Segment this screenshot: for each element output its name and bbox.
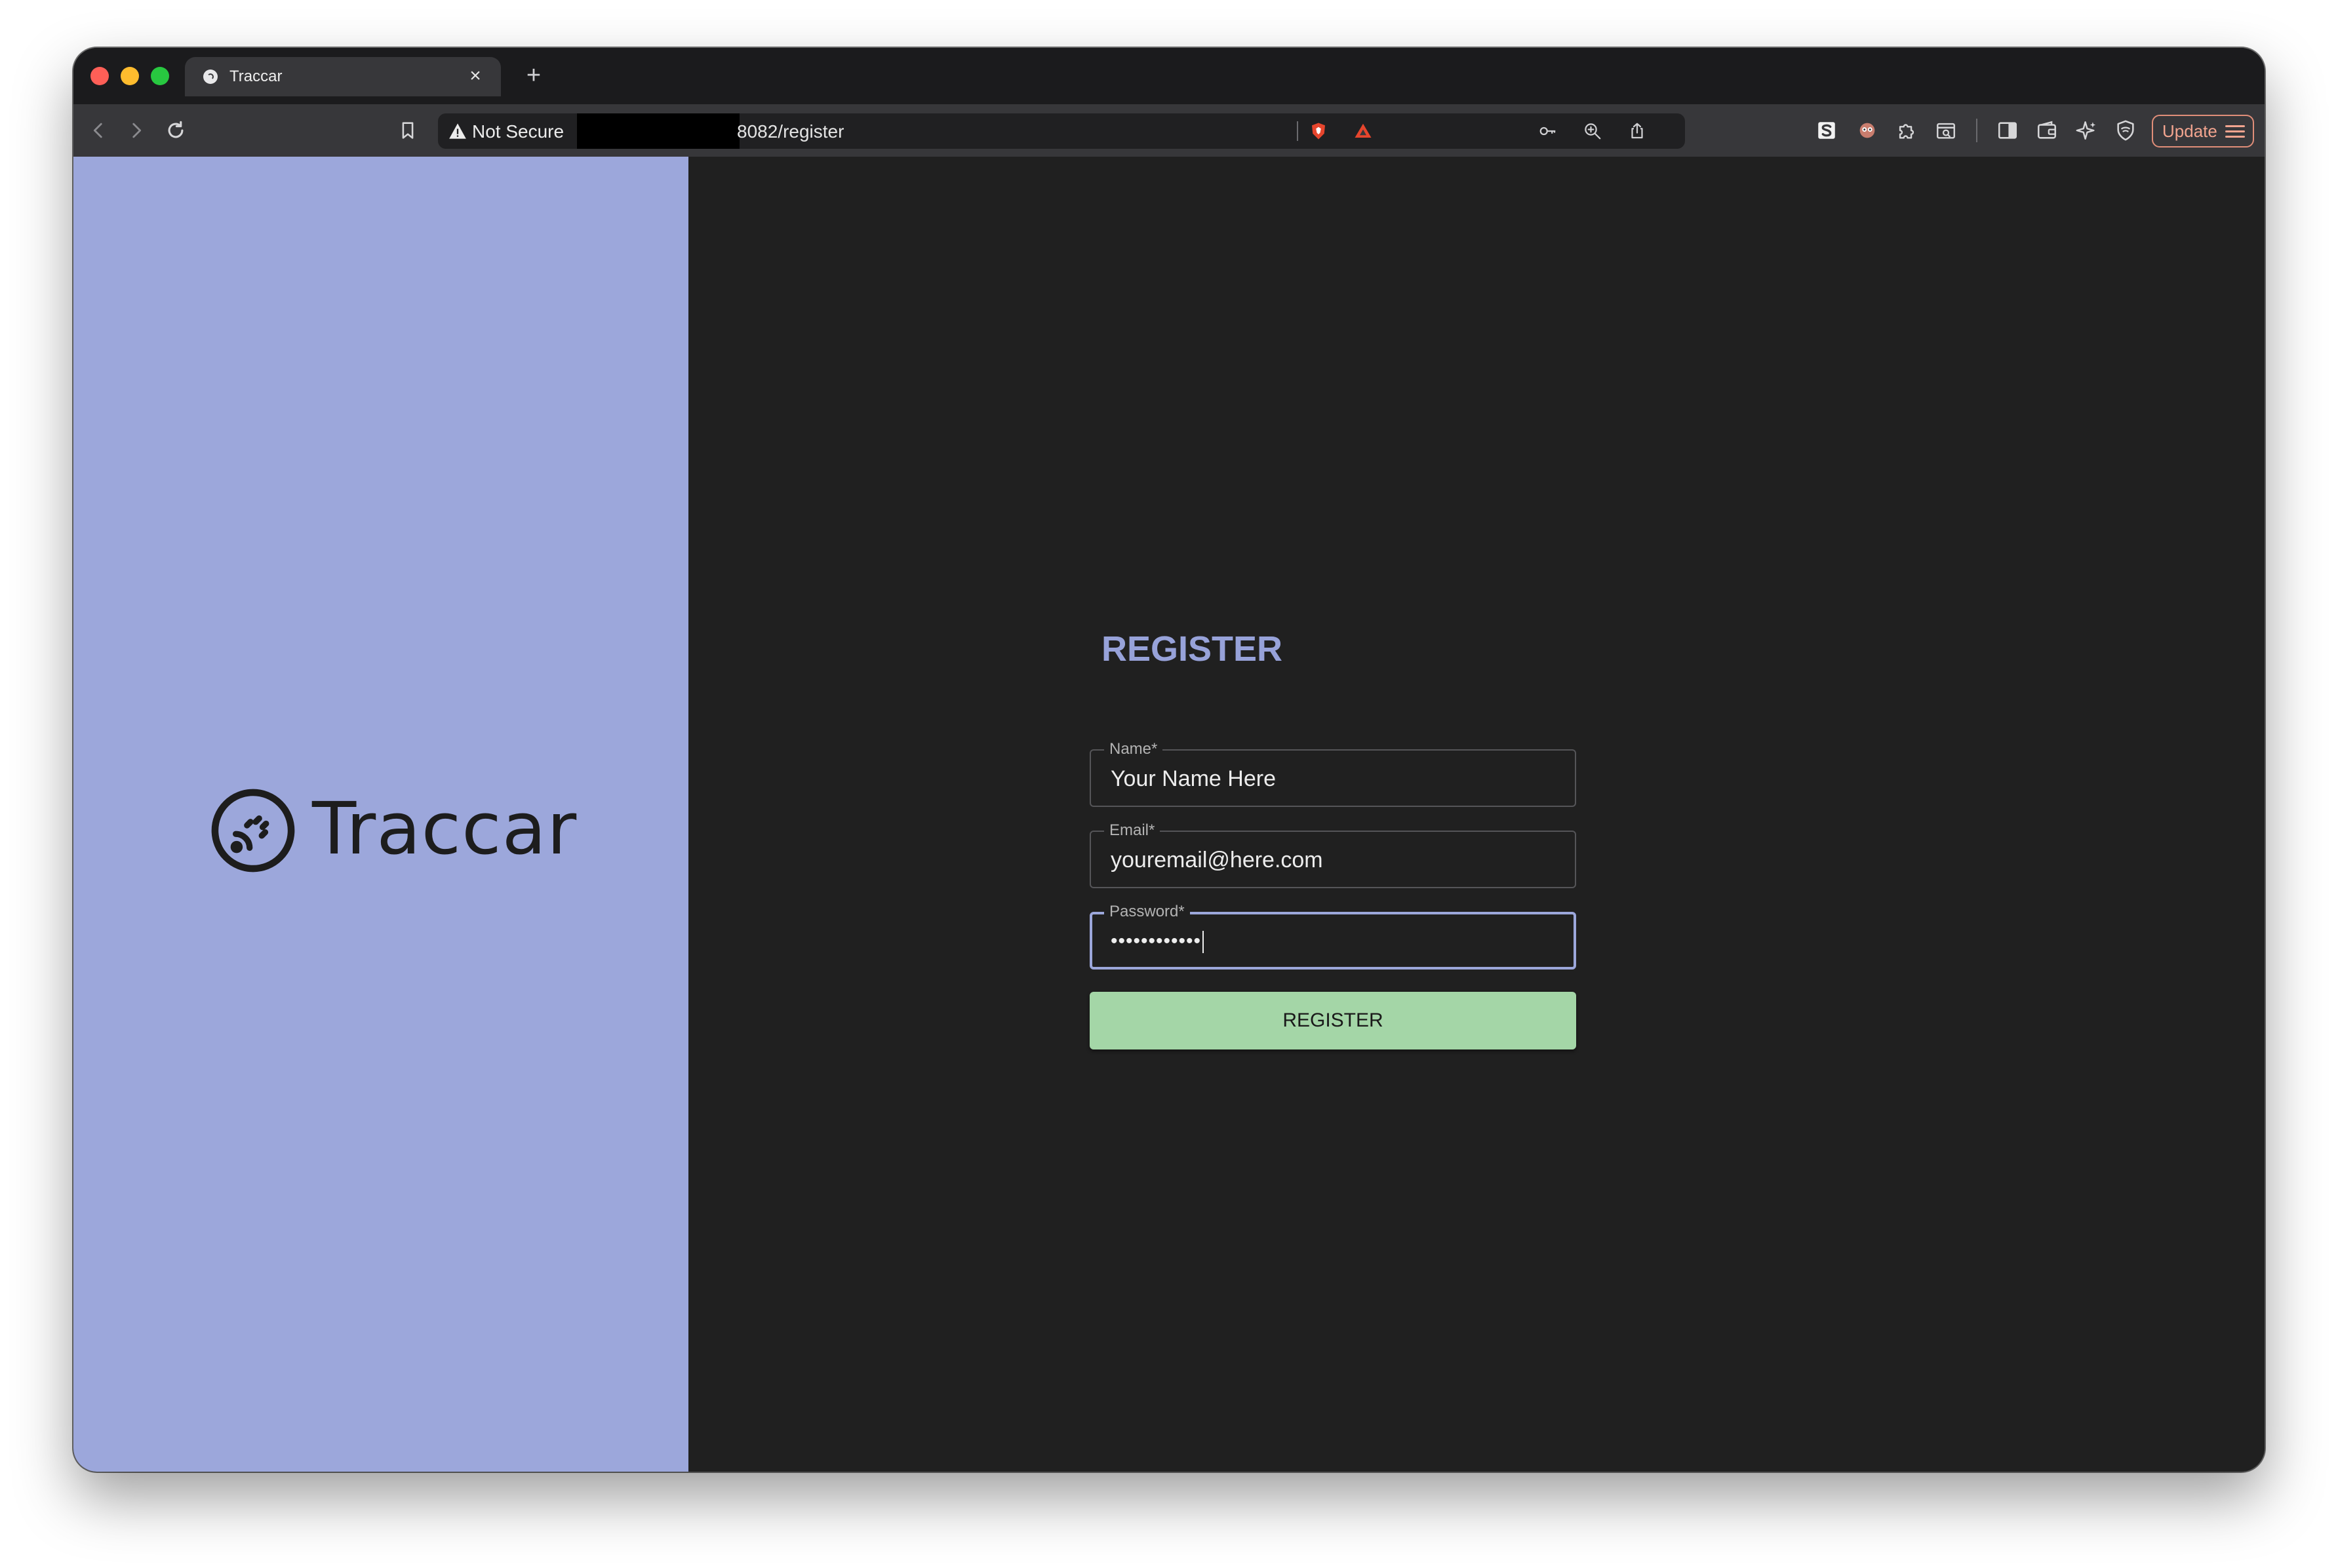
warning-icon	[449, 123, 466, 139]
url-text[interactable]: 8082/register	[737, 121, 844, 142]
name-label: Name*	[1104, 740, 1163, 758]
zoom-icon[interactable]	[1581, 120, 1604, 142]
redacted-host	[577, 113, 740, 149]
password-value-wrap[interactable]: ••••••••••••	[1111, 928, 1204, 954]
update-label: Update	[2162, 121, 2217, 141]
bookmark-icon[interactable]	[395, 117, 421, 144]
email-label: Email*	[1104, 821, 1160, 840]
brand-panel: Traccar	[73, 157, 688, 1472]
close-window-button[interactable]	[90, 67, 109, 85]
reload-icon[interactable]	[163, 117, 189, 144]
tab-traccar[interactable]: Traccar ×	[185, 57, 501, 96]
omnibox-divider	[1297, 121, 1298, 141]
update-button[interactable]: Update	[2152, 115, 2254, 147]
brand-name: Traccar	[312, 787, 578, 871]
traccar-favicon-icon	[203, 69, 218, 84]
tab-close-icon[interactable]: ×	[464, 65, 486, 87]
name-value[interactable]: Your Name Here	[1111, 766, 1276, 792]
toolbar-divider	[1976, 119, 1977, 142]
extension-mask-icon[interactable]	[1854, 117, 1880, 144]
password-field[interactable]: Password* ••••••••••••	[1090, 903, 1576, 970]
back-icon[interactable]	[85, 117, 111, 144]
sidebar-icon[interactable]	[1994, 117, 2021, 144]
security-label[interactable]: Not Secure	[472, 121, 564, 142]
tab-title: Traccar	[229, 68, 283, 85]
traccar-logo-icon	[211, 789, 295, 872]
page-title: REGISTER	[1101, 629, 1283, 669]
tab-strip: Traccar × +	[73, 48, 2265, 104]
extension-s-icon[interactable]	[1813, 117, 1840, 144]
wallet-icon[interactable]	[2034, 117, 2060, 144]
email-value[interactable]: youremail@here.com	[1111, 847, 1323, 873]
name-field[interactable]: Name* Your Name Here	[1090, 740, 1576, 807]
vpn-icon[interactable]	[2112, 117, 2139, 144]
leo-ai-icon[interactable]	[2073, 117, 2099, 144]
key-icon[interactable]	[1537, 120, 1559, 142]
forward-icon[interactable]	[123, 117, 149, 144]
email-field[interactable]: Email* youremail@here.com	[1090, 821, 1576, 888]
extension-reader-icon[interactable]	[1933, 117, 1959, 144]
password-label: Password*	[1104, 903, 1190, 921]
maximize-window-button[interactable]	[151, 67, 169, 85]
extensions-puzzle-icon[interactable]	[1893, 117, 1920, 144]
address-bar[interactable]: Not Secure 8082/register	[438, 113, 1685, 149]
browser-window: Traccar × + Not Secure 8082/register Upd…	[73, 48, 2265, 1472]
brave-rewards-icon[interactable]	[1352, 120, 1374, 142]
brave-shields-icon[interactable]	[1307, 120, 1330, 142]
share-icon[interactable]	[1626, 120, 1648, 142]
menu-icon	[2225, 125, 2245, 138]
browser-toolbar: Not Secure 8082/register Update	[73, 104, 2265, 157]
page-content: Traccar REGISTER Name* Your Name Here Em…	[73, 157, 2265, 1472]
password-value: ••••••••••••	[1111, 930, 1202, 952]
new-tab-button[interactable]: +	[519, 61, 548, 90]
text-caret	[1202, 931, 1204, 954]
register-button[interactable]: REGISTER	[1090, 992, 1576, 1049]
minimize-window-button[interactable]	[121, 67, 139, 85]
